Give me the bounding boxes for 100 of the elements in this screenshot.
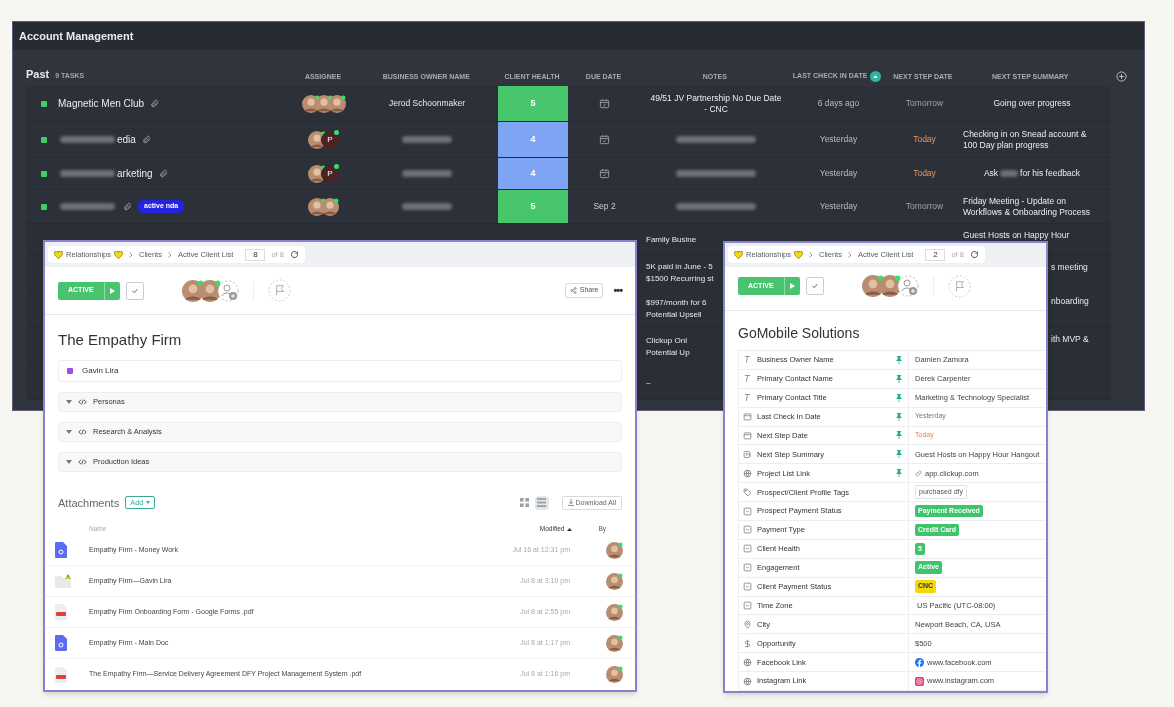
task-title: GoMobile Solutions — [738, 323, 861, 343]
status-square[interactable] — [41, 100, 47, 107]
task-title: The Empathy Firm — [58, 330, 183, 350]
flag-icon[interactable] — [947, 274, 971, 298]
paperclip-icon — [141, 135, 151, 144]
caret-icon — [145, 501, 150, 505]
caret-icon — [789, 283, 795, 290]
avatar — [606, 572, 623, 590]
chevron-icon — [129, 251, 134, 258]
health-score: 4 — [530, 132, 536, 146]
heart-icon — [114, 250, 124, 259]
summary-text: Friday Meeting - Update on Workflows & Onboarding Process — [963, 195, 1090, 217]
folder-icon — [55, 574, 73, 588]
notes-text: Clickup Onl — [646, 334, 687, 347]
notes-text: Family Busine — [646, 233, 697, 246]
status-square[interactable] — [41, 136, 47, 143]
owner-name: Jerod Schoonmaker — [388, 97, 466, 110]
avatar — [606, 634, 623, 652]
download-icon — [567, 499, 574, 507]
location-pin-icon — [743, 619, 752, 629]
globe-icon — [743, 657, 752, 667]
add-column-icon[interactable] — [1116, 71, 1128, 82]
dropdown-icon — [743, 525, 752, 535]
position-field[interactable]: 2 — [925, 249, 946, 261]
refresh-icon[interactable] — [969, 250, 979, 260]
summary-text: Guest Hosts on Happy Hour — [963, 230, 1070, 241]
avatar — [606, 666, 623, 683]
add-assignee-icon[interactable] — [896, 275, 919, 298]
globe-icon — [743, 676, 752, 686]
task-name: Magnetic Men Club — [58, 97, 145, 111]
dropdown-icon — [743, 582, 752, 592]
summary-text: Ask — [983, 168, 999, 179]
avatar: P — [321, 130, 339, 149]
caret-icon — [66, 458, 72, 465]
calendar-icon — [743, 412, 752, 422]
refresh-icon[interactable] — [289, 250, 299, 259]
pdf-file-icon — [55, 666, 67, 683]
avatar — [878, 275, 901, 298]
sort-icon — [567, 527, 573, 531]
sort-icon[interactable] — [870, 71, 882, 82]
blurred-text — [402, 170, 452, 177]
summary-text: Checking in on Snead account & 100 Day plan progress — [963, 128, 1087, 150]
notes-text: 49/51 JV Partnership No Due Date - CNC — [649, 92, 783, 115]
caret-icon — [109, 287, 115, 294]
share-icon — [569, 287, 577, 294]
dropdown-icon — [743, 563, 752, 573]
caret-icon — [66, 428, 72, 435]
chevron-icon — [847, 252, 852, 258]
instagram-icon — [915, 676, 924, 686]
position-field[interactable]: 8 — [245, 248, 266, 261]
contact-name: Gavin Lira — [82, 364, 119, 377]
flag-icon[interactable] — [267, 279, 291, 302]
avatar — [606, 603, 623, 621]
avatar — [327, 94, 346, 113]
chevron-icon — [167, 251, 172, 258]
complete-checkbox[interactable] — [125, 281, 144, 300]
group-title: Past — [26, 66, 50, 82]
blurred-text — [402, 203, 452, 210]
more-button[interactable]: ••• — [613, 282, 622, 299]
blurred-text — [60, 170, 115, 177]
grid-view-button[interactable] — [517, 495, 532, 510]
pin-icon[interactable] — [896, 393, 902, 402]
next-step-date: Tomorrow — [905, 97, 944, 110]
notes-text: $997/month for 6 — [646, 296, 707, 309]
pin-icon[interactable] — [896, 412, 902, 421]
pin-icon[interactable] — [896, 355, 902, 364]
summary-text: for his feedback — [1020, 168, 1081, 179]
summary-text: nboarding — [1051, 296, 1089, 307]
notes-text: $1500 Recurring st — [646, 272, 714, 285]
notes-text: 5K paid in June - 5 — [646, 260, 713, 273]
dollar-icon — [743, 638, 752, 648]
status-square[interactable] — [41, 170, 47, 177]
add-assignee-icon[interactable] — [216, 279, 239, 302]
document-icon — [55, 635, 67, 651]
summary-text: ith MVP & — [1051, 334, 1089, 345]
health-score: 4 — [530, 166, 536, 180]
text-type-icon — [743, 355, 752, 365]
attachments-title: Attachments — [58, 495, 120, 511]
facebook-icon — [915, 657, 924, 667]
health-score: 5 — [530, 199, 536, 213]
summary-icon — [743, 449, 752, 459]
complete-checkbox[interactable] — [805, 277, 824, 296]
notes-text: Potential Upsell — [646, 308, 702, 321]
tag-icon — [743, 487, 752, 497]
last-check-in: Yesterday — [819, 200, 858, 213]
next-step-date: Today — [913, 133, 936, 146]
paperclip-icon — [150, 99, 160, 108]
task-name: arketing — [117, 167, 153, 181]
list-icon — [537, 498, 547, 508]
list-view-button[interactable] — [534, 495, 549, 510]
task-name: edia — [117, 133, 136, 147]
notes-text: Potential Up — [646, 346, 690, 359]
paperclip-icon — [158, 169, 168, 178]
due-date[interactable]: Sep 2 — [593, 200, 616, 213]
pin-icon[interactable] — [896, 374, 902, 383]
status-square[interactable] — [41, 203, 47, 210]
link-icon — [915, 469, 922, 477]
board-title: Account Management — [19, 28, 134, 44]
globe-icon — [743, 468, 752, 478]
calendar-icon — [743, 430, 752, 440]
